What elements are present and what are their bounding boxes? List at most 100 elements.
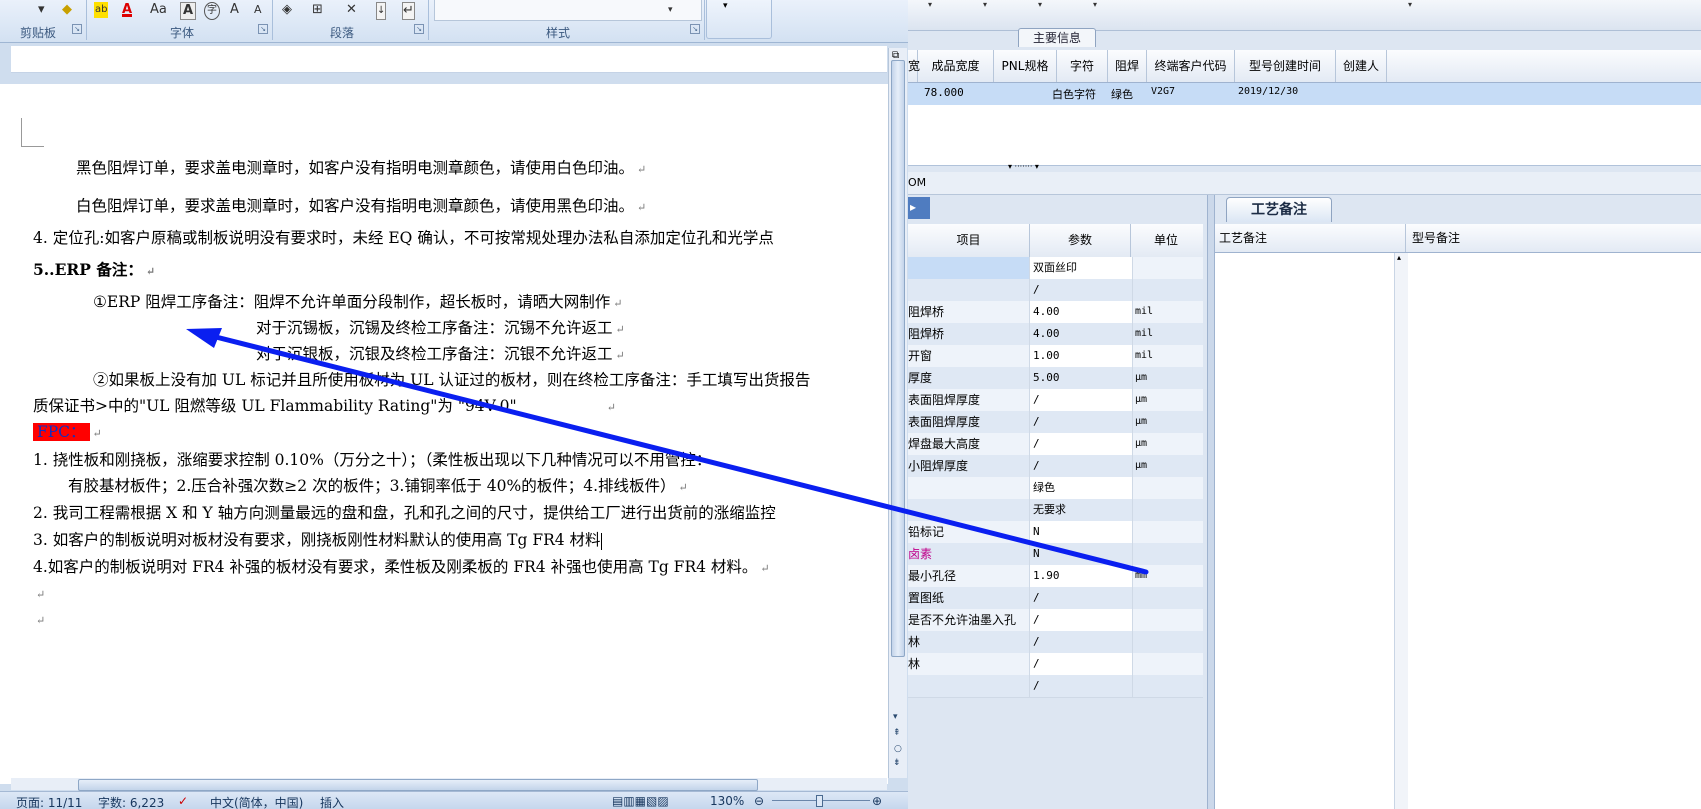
font-color-icon[interactable]: A xyxy=(122,2,133,17)
table-row[interactable]: 焊盘最大高度 / μm xyxy=(908,433,1203,456)
change-styles-button[interactable]: ▾ xyxy=(706,0,772,39)
browse-object-icon[interactable]: ○ xyxy=(894,744,902,754)
view-buttons-icon[interactable]: ▤▥▦▧▨ xyxy=(612,794,669,808)
splitter-grip-icon[interactable]: ▾ ······· ▾ xyxy=(1008,162,1039,171)
styles-scroll-icon[interactable]: ▾ xyxy=(668,2,673,18)
panel-divider[interactable] xyxy=(1207,195,1215,809)
table-row[interactable]: 表面阻焊厚度 / μm xyxy=(908,411,1203,434)
param-value-cell[interactable]: / xyxy=(1030,455,1133,477)
clipboard-launcher-icon[interactable]: ↘ xyxy=(72,24,82,34)
styles-launcher-icon[interactable]: ↘ xyxy=(690,24,700,34)
table-row[interactable]: 阻焊桥 4.00 mil xyxy=(908,323,1203,346)
grid-col-header[interactable]: PNL规格 xyxy=(994,50,1057,82)
param-value-cell[interactable]: / xyxy=(1030,279,1133,301)
param-value-cell[interactable]: 双面丝印 xyxy=(1030,257,1133,279)
param-value-cell[interactable]: 1.90 xyxy=(1030,565,1133,587)
table-row[interactable]: 绿色 xyxy=(908,477,1203,500)
tech-col-model[interactable]: 型号备注 xyxy=(1408,224,1692,252)
param-value-cell[interactable]: 4.00 xyxy=(1030,301,1133,323)
table-row[interactable]: 阻焊桥 4.00 mil xyxy=(908,301,1203,324)
char-shading-icon[interactable]: A xyxy=(180,2,197,20)
grid-col-header[interactable]: 字符 xyxy=(1057,50,1108,82)
shrink-font-icon[interactable]: A xyxy=(254,2,262,18)
param-value-cell[interactable]: 1.00 xyxy=(1030,345,1133,367)
dropdown-arrow-icon[interactable]: ▾ xyxy=(1093,0,1097,9)
zoom-out-icon[interactable]: ⊖ xyxy=(754,794,764,808)
proofing-icon[interactable]: ✓ xyxy=(178,794,188,808)
prev-page-icon[interactable]: ⇞ xyxy=(893,728,901,738)
grid-col-header[interactable]: 宽 xyxy=(908,50,920,82)
param-value-cell[interactable]: 无要求 xyxy=(1030,499,1133,521)
horizontal-scroll-thumb[interactable] xyxy=(78,779,758,791)
table-row[interactable]: 最小孔径 1.90 mm xyxy=(908,565,1203,588)
page-indicator[interactable]: 页面: 11/11 xyxy=(16,794,82,809)
table-row[interactable]: 卤素 N xyxy=(908,543,1203,566)
table-row[interactable]: 置图纸 / xyxy=(908,587,1203,610)
table-row[interactable]: 铅标记 N xyxy=(908,521,1203,544)
change-case-icon[interactable]: Aa xyxy=(150,2,167,18)
tab-main-info[interactable]: 主要信息 xyxy=(1018,28,1096,47)
tab-tech-notes[interactable]: 工艺备注 xyxy=(1226,197,1332,222)
tech-notes-scrollbar[interactable]: ▴ xyxy=(1394,253,1409,809)
param-value-cell[interactable]: N xyxy=(1030,543,1133,565)
insert-mode[interactable]: 插入 xyxy=(320,794,344,809)
process-tab[interactable]: ▸ xyxy=(908,197,930,219)
table-row[interactable]: 78.000 白色字符 绿色 V2G7 2019/12/30 xyxy=(908,83,1701,105)
param-value-cell[interactable]: 绿色 xyxy=(1030,477,1133,499)
dropdown-arrow-icon[interactable]: ▾ xyxy=(1038,0,1042,9)
table-row[interactable]: 无要求 xyxy=(908,499,1203,522)
styles-gallery[interactable] xyxy=(434,0,702,21)
vertical-scroll-thumb[interactable] xyxy=(891,60,905,657)
show-marks-icon[interactable]: ↵ xyxy=(402,2,415,20)
table-row[interactable]: 林 / xyxy=(908,631,1203,654)
param-value-cell[interactable]: / xyxy=(1030,411,1133,433)
grid-col-header[interactable]: 终端客户代码 xyxy=(1147,50,1235,82)
param-value-cell[interactable]: 4.00 xyxy=(1030,323,1133,345)
chinese-layout-icon[interactable]: ✕ xyxy=(346,2,357,18)
next-page-icon[interactable]: ⇟ xyxy=(893,758,901,768)
language-indicator[interactable]: 中文(简体，中国) xyxy=(210,794,303,809)
zoom-slider-thumb[interactable] xyxy=(816,795,823,807)
scroll-up-icon[interactable]: ▴ xyxy=(1397,253,1401,262)
table-row[interactable]: 双面丝印 xyxy=(908,257,1203,280)
scroll-down-icon[interactable]: ▾ xyxy=(893,712,898,722)
table-row[interactable]: 厚度 5.00 μm xyxy=(908,367,1203,390)
grid-col-header[interactable]: 阻焊 xyxy=(1108,50,1147,82)
param-value-cell[interactable]: / xyxy=(1030,609,1133,631)
tech-col-process[interactable]: 工艺备注 xyxy=(1215,224,1406,252)
enclose-char-icon[interactable]: 字 xyxy=(204,2,220,20)
param-col-unit[interactable]: 单位 xyxy=(1131,224,1201,257)
table-row[interactable]: 表面阻焊厚度 / μm xyxy=(908,389,1203,412)
param-col-value[interactable]: 参数 xyxy=(1030,224,1131,257)
param-value-cell[interactable]: 5.00 xyxy=(1030,367,1133,389)
paragraph-launcher-icon[interactable]: ↘ xyxy=(414,24,424,34)
tech-notes-text[interactable] xyxy=(1215,253,1395,809)
param-value-cell[interactable]: / xyxy=(1030,433,1133,455)
sort-icon[interactable]: ↓ xyxy=(376,2,387,20)
grow-font-icon[interactable]: A xyxy=(230,2,239,18)
param-value-cell[interactable]: N xyxy=(1030,521,1133,543)
document-page[interactable]: 黑色阻焊订单，要求盖电测章时，如客户没有指明电测章颜色，请使用白色印油。 ↵ 白色… xyxy=(11,90,887,780)
highlight-icon[interactable]: ab xyxy=(94,2,109,18)
param-value-cell[interactable]: / xyxy=(1030,389,1133,411)
borders-icon[interactable]: ⊞ xyxy=(312,2,323,18)
dropdown-arrow-icon[interactable]: ▾ xyxy=(38,2,45,18)
grid-col-header[interactable]: 创建人 xyxy=(1336,50,1387,82)
param-value-cell[interactable]: / xyxy=(1030,631,1133,653)
table-row[interactable]: / xyxy=(908,279,1203,302)
grid-col-header[interactable]: 型号创建时间 xyxy=(1235,50,1336,82)
dropdown-arrow-icon[interactable]: ▾ xyxy=(1408,0,1412,9)
table-row[interactable]: 开窗 1.00 mil xyxy=(908,345,1203,368)
grid-col-header[interactable]: 成品宽度 xyxy=(918,50,994,82)
panel-splitter[interactable]: ▾ ······· ▾ xyxy=(908,162,1701,172)
dropdown-arrow-icon[interactable]: ▾ xyxy=(928,0,932,9)
param-value-cell[interactable]: / xyxy=(1030,653,1133,675)
shading-icon[interactable]: ◈ xyxy=(282,2,292,18)
zoom-in-icon[interactable]: ⊕ xyxy=(872,794,882,808)
table-row[interactable]: / xyxy=(908,675,1203,698)
param-value-cell[interactable]: / xyxy=(1030,675,1133,697)
zoom-level[interactable]: 130% xyxy=(710,794,744,808)
model-notes-text[interactable] xyxy=(1408,253,1701,809)
table-row[interactable]: 小阻焊厚度 / μm xyxy=(908,455,1203,478)
param-col-item[interactable]: 项目 xyxy=(908,224,1030,257)
